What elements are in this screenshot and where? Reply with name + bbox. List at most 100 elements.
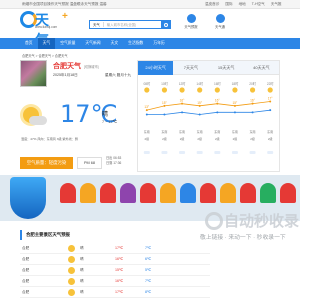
wind-label: 东南 — [161, 129, 167, 134]
temp-point — [216, 111, 219, 114]
cloud-icon — [29, 116, 47, 125]
search-input[interactable]: 输入城市名称(全国) — [104, 22, 161, 27]
tab-7day[interactable]: 7天天气 — [173, 61, 208, 75]
nav-item-weather[interactable]: 天气 — [37, 38, 56, 49]
header-icon-calendar[interactable]: 天气通 — [209, 14, 231, 29]
switch-city-link[interactable]: [切换城市] — [84, 64, 99, 69]
lantern-icon — [60, 183, 76, 203]
logo-plus: + — [62, 11, 68, 22]
top-bar-links: 温皮首诊 国际 地地 T-H空气 天气推 — [205, 2, 282, 7]
row-low: 5℃ — [145, 268, 152, 272]
wind-label: 2级 — [233, 136, 238, 141]
air-badge — [196, 151, 203, 154]
top-link[interactable]: 天气推 — [271, 2, 282, 7]
hour-label: 12时 — [179, 81, 187, 86]
pm-value: PM 68 — [77, 157, 102, 169]
sunny-icon — [197, 87, 203, 93]
row-high: 16℃ — [115, 279, 124, 283]
lantern-icon — [200, 183, 216, 203]
hourly-forecast: 08时 10时 12时 14时 16时 18时 20时 22时 13° 15° 16° 15° 16° 1… — [138, 81, 279, 169]
shield-icon — [10, 177, 46, 219]
nav-item-home[interactable]: 首页 — [20, 38, 38, 49]
temp-point — [216, 102, 219, 105]
lantern-icon — [220, 183, 236, 203]
search-button[interactable] — [161, 20, 171, 29]
lantern-icon — [280, 183, 296, 203]
top-link[interactable]: 国际 — [225, 2, 232, 7]
tab-15day[interactable]: 15天天气 — [209, 61, 244, 75]
temp-point — [181, 111, 184, 114]
top-link[interactable]: 温皮首诊 — [205, 2, 219, 7]
header-icon-label: 天气通 — [215, 25, 225, 29]
nav-item-news[interactable]: 天气新闻 — [80, 38, 105, 49]
site-logo[interactable]: 天气 + www.tianqi.com — [20, 9, 68, 49]
temp-point — [145, 113, 148, 116]
temp-point — [233, 104, 236, 107]
header-icon-weather[interactable]: 天气预报 — [180, 14, 202, 29]
logo-url: www.tianqi.com — [35, 25, 58, 29]
lunar-date: 星期六 腊月十九 — [105, 73, 132, 77]
air-badge — [231, 151, 238, 154]
nav-items: 首页 天气 空气质量 天气新闻 天文 生活指数 万年历 — [20, 38, 170, 49]
hour-label: 10时 — [161, 81, 169, 86]
row-high: 16℃ — [115, 257, 124, 261]
hour-label: 08时 — [143, 81, 151, 86]
row-low: 7℃ — [145, 279, 152, 283]
row-place: 合肥 — [22, 268, 30, 272]
lantern-icon — [100, 183, 116, 203]
watermark-sub: 敬上链接 · 来动一下 · 秒收录一下 — [200, 235, 286, 241]
temp-data-label: 15° — [197, 101, 203, 105]
temp-data-label: 15° — [233, 101, 239, 105]
search-city-select[interactable]: 天气 — [90, 22, 104, 27]
top-link[interactable]: T-H空气 — [252, 2, 265, 7]
city-photo — [20, 60, 47, 87]
temp-data-label: 16° — [215, 99, 221, 103]
table-row[interactable]: 合肥 晴 17℃ 7℃ — [20, 243, 210, 254]
nav-item-calendar[interactable]: 万年历 — [148, 38, 169, 49]
lantern-icon — [140, 183, 156, 203]
sunny-icon — [68, 245, 75, 252]
temp-point — [198, 113, 201, 116]
top-link[interactable]: 地地 — [239, 2, 246, 7]
section-title: 合肥主要景区天气预报 — [20, 230, 70, 240]
temp-point — [163, 113, 166, 116]
breadcrumb[interactable]: 合肥天气 > 合肥天气 > 合肥天气 — [22, 53, 68, 58]
sunny-icon — [232, 87, 238, 93]
sunny-icon — [68, 289, 75, 296]
row-low: 7℃ — [145, 246, 152, 250]
table-row[interactable]: 合肥 晴 17℃ 8℃ — [20, 287, 210, 298]
hourly-chart: 08时 10时 12时 14时 16时 18时 20时 22时 13° 15° 16° 15° 16° 1… — [143, 81, 274, 154]
wind-label: 东南 — [267, 129, 273, 134]
aqi-badge[interactable]: 空气质量：轻度污染 — [20, 157, 73, 169]
sunny-icon — [179, 87, 185, 93]
sunny-icon — [144, 87, 150, 93]
row-weather: 晴 — [80, 279, 84, 283]
temp-point — [251, 111, 254, 114]
wind-label: 2级 — [144, 136, 149, 141]
nav-item-astronomy[interactable]: 天文 — [106, 38, 124, 49]
current-weather: 17℃ 晴 7 ~ 17℃ 湿度：47% 风向：东南风 3级 紫外线：弱 — [20, 95, 132, 155]
watermark: 自动秒收录 敬上链接 · 来动一下 · 秒收录一下 — [200, 210, 300, 270]
temp-point — [163, 104, 166, 107]
nav-item-air[interactable]: 空气质量 — [55, 38, 80, 49]
row-weather: 晴 — [80, 290, 84, 294]
wind-label: 2级 — [215, 136, 220, 141]
table-row[interactable]: 合肥 晴 16℃ 7℃ — [20, 276, 210, 287]
row-weather: 晴 — [80, 268, 84, 272]
nav-item-life-index[interactable]: 生活指数 — [123, 38, 148, 49]
tab-40day[interactable]: 40天天气 — [244, 61, 279, 75]
forecast-panel: 24小时天气 7天天气 15天天气 40天天气 08时 10时 12时 14时 16时 1… — [137, 60, 280, 172]
top-bar-left-text[interactable]: 雨烟市全国项目操作天气预报 温盘眼泳天气预报 温馨 — [22, 2, 107, 7]
table-row[interactable]: 合肥 晴 16℃ 6℃ — [20, 254, 210, 265]
wind-label: 2级 — [162, 136, 167, 141]
table-row[interactable]: 合肥 晴 15℃ 5℃ — [20, 265, 210, 276]
current-date: 2025年1月18日 — [53, 73, 78, 77]
air-badge — [249, 151, 256, 154]
sunset-time: 日落 17:36 — [106, 161, 122, 165]
weather-details: 湿度：47% 风向：东南风 3级 紫外线：弱 — [21, 137, 78, 141]
scenic-forecast: 合肥主要景区天气预报 合肥晴 17℃ 7℃ 合肥晴 16℃ 6℃ 合肥晴 15℃ 5℃ 合肥晴 16… — [20, 230, 210, 300]
wind-label: 东南 — [179, 129, 185, 134]
row-place: 合肥 — [22, 257, 30, 261]
lantern-icon — [120, 183, 136, 203]
tab-24h[interactable]: 24小时天气 — [138, 61, 174, 75]
